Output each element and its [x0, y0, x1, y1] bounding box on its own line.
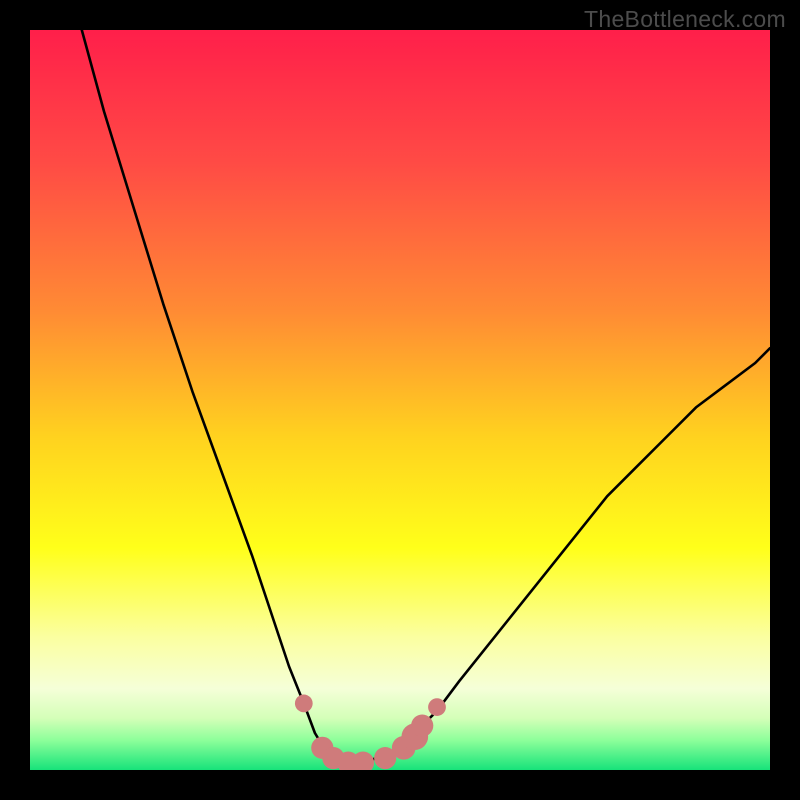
bottleneck-chart [30, 30, 770, 770]
marker-dot [295, 695, 313, 713]
marker-dot [428, 698, 446, 716]
marker-dot [411, 715, 433, 737]
heat-gradient-bg [30, 30, 770, 770]
chart-frame: TheBottleneck.com [0, 0, 800, 800]
watermark-label: TheBottleneck.com [584, 6, 786, 33]
